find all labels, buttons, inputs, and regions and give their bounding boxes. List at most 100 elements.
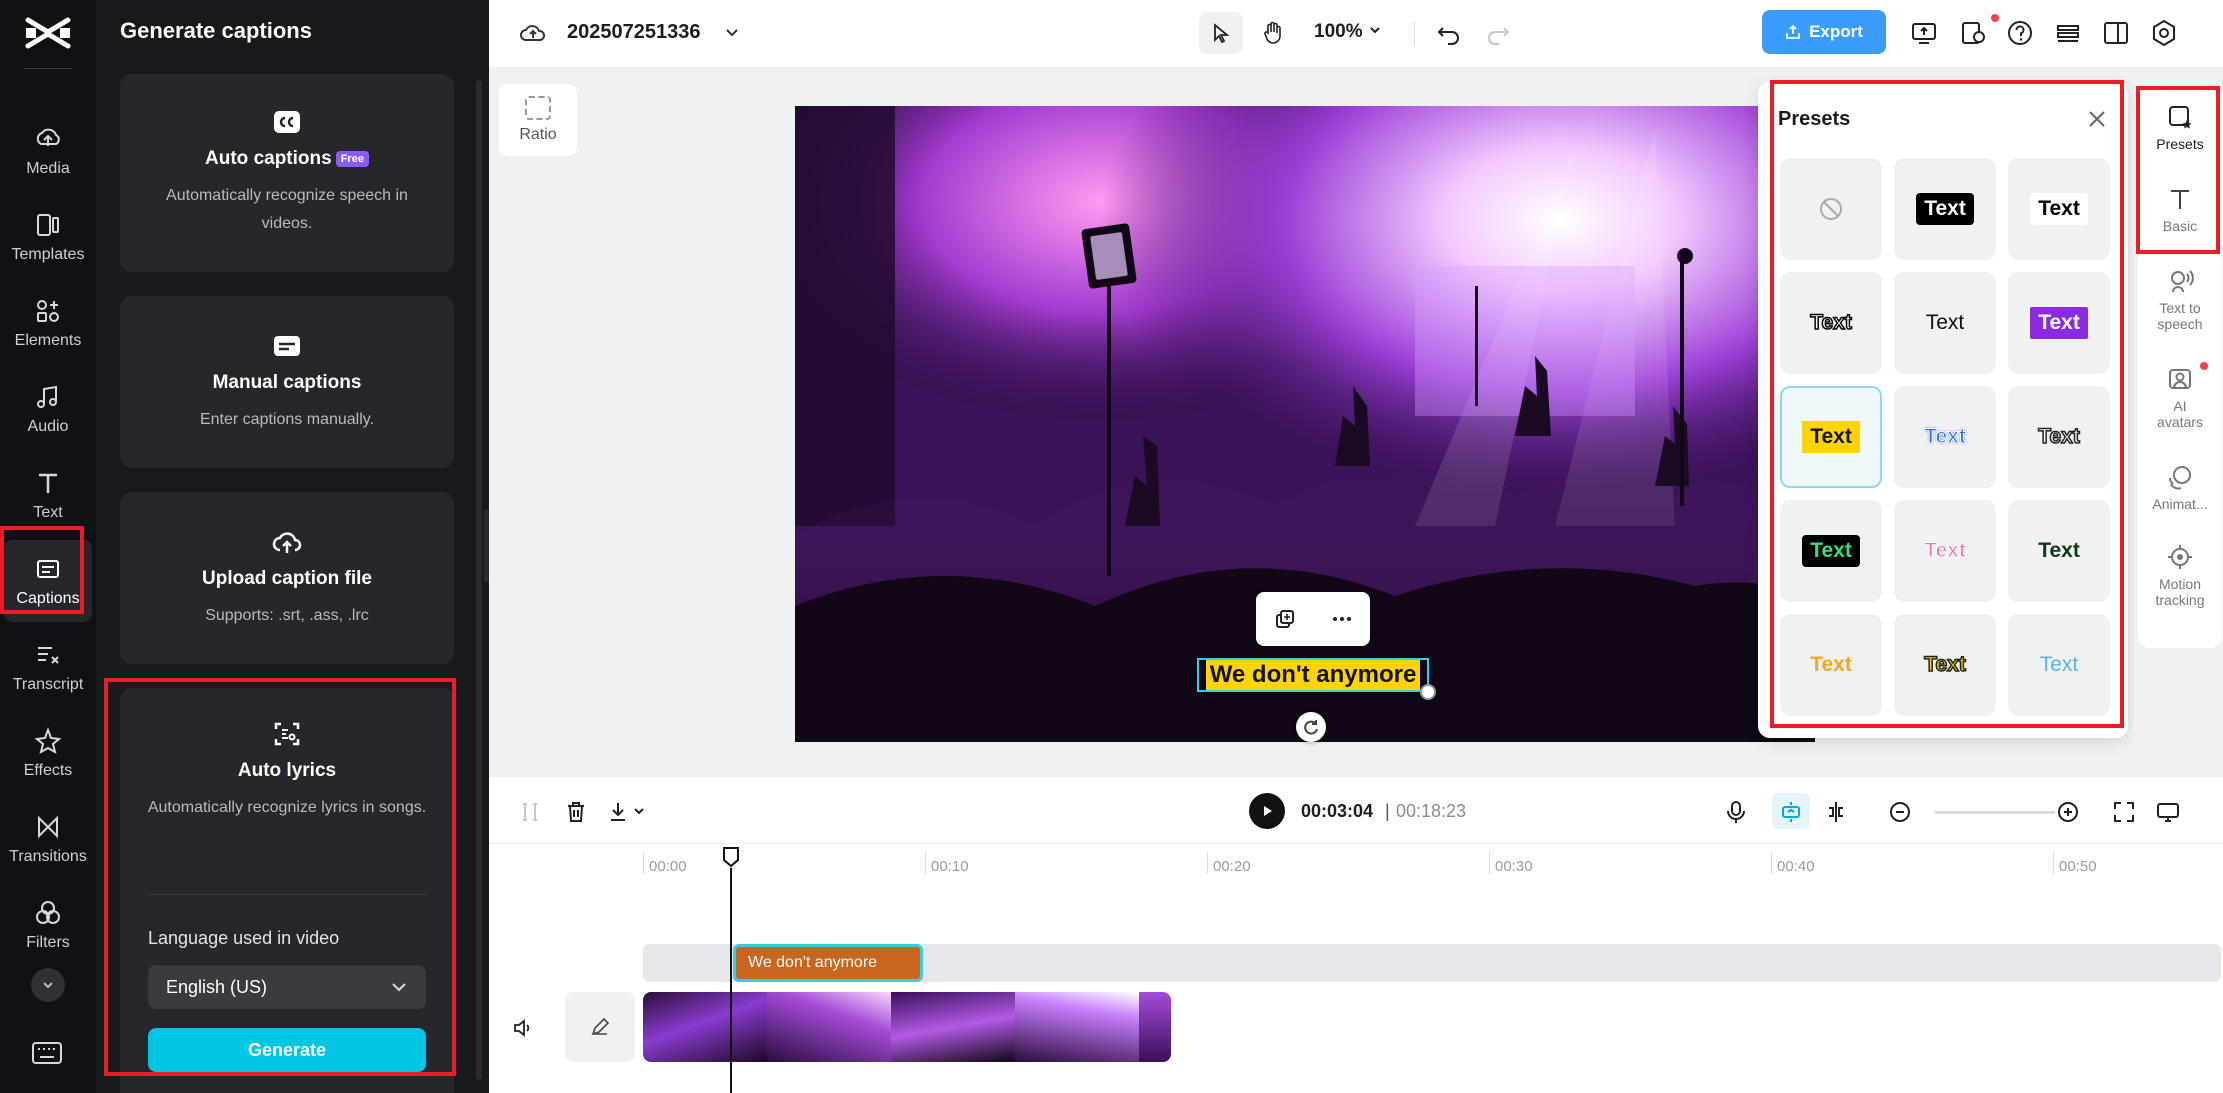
preset-none[interactable]: [1780, 158, 1882, 260]
nav-effects[interactable]: Effects: [4, 712, 92, 794]
playhead-line[interactable]: [730, 868, 732, 1093]
preset-dark-green[interactable]: Text: [2008, 500, 2110, 602]
media-icon: [36, 128, 60, 146]
panel-title: Generate captions: [120, 18, 312, 43]
manual-captions-icon: [274, 336, 300, 356]
preview-settings-icon[interactable]: [2155, 799, 2181, 825]
timeline-zoom-slider[interactable]: [1935, 811, 2055, 814]
settings-icon[interactable]: [2149, 18, 2179, 48]
auto-captions-card[interactable]: Auto captions Free Automatically recogniz…: [120, 74, 454, 272]
preset-outline-white[interactable]: Text: [1780, 272, 1882, 374]
zoom-level[interactable]: 100%: [1314, 21, 1382, 43]
volume-icon[interactable]: [511, 1016, 535, 1040]
preset-sample: Text: [2039, 653, 2079, 676]
close-icon[interactable]: [2086, 108, 2108, 130]
nav-text[interactable]: Text: [4, 454, 92, 536]
language-select[interactable]: English (US): [148, 965, 426, 1009]
rail-basic[interactable]: Basic: [2138, 184, 2222, 234]
presets-title: Presets: [1778, 108, 1851, 130]
caption-text[interactable]: We don't anymore: [1205, 660, 1421, 690]
rail-presets[interactable]: Presets: [2138, 102, 2222, 152]
caption-selection-box[interactable]: We don't anymore: [1197, 658, 1429, 692]
preset-white-box[interactable]: Text: [2008, 158, 2110, 260]
layers-icon[interactable]: [2053, 18, 2083, 48]
rail-ai-avatars[interactable]: AI avatars: [2138, 364, 2222, 430]
concert-scene-image: [795, 106, 1815, 742]
delete-icon[interactable]: [563, 799, 589, 825]
project-title[interactable]: 202507251336: [567, 21, 700, 44]
rail-motion-tracking[interactable]: Motion tracking: [2138, 542, 2222, 608]
manual-captions-card[interactable]: Manual captions Enter captions manually.: [120, 296, 454, 468]
cloud-sync-icon[interactable]: [519, 20, 547, 46]
redo-icon[interactable]: [1483, 18, 1513, 48]
nav-audio[interactable]: Audio: [4, 368, 92, 450]
video-preview[interactable]: [795, 106, 1815, 742]
rail-text-to-speech[interactable]: Text to speech: [2138, 266, 2222, 332]
nav-transitions-label: Transitions: [9, 848, 87, 865]
auto-captions-title: Auto captions: [205, 148, 332, 169]
microphone-icon[interactable]: [1723, 799, 1749, 825]
text-icon: [39, 473, 57, 493]
ruler-label: 00:50: [2059, 858, 2097, 875]
preset-light-blue[interactable]: Text: [2008, 614, 2110, 716]
rail-animation[interactable]: Animat...: [2138, 462, 2222, 512]
layout-panel-icon[interactable]: [2101, 18, 2131, 48]
nav-media[interactable]: Media: [4, 110, 92, 192]
preset-yellow-outline-dark[interactable]: Text: [1894, 614, 1996, 716]
auto-captions-desc: Automatically recognize speech in videos…: [166, 187, 408, 232]
preset-plain-black[interactable]: Text: [1894, 272, 1996, 374]
keyboard-icon[interactable]: [29, 1038, 65, 1068]
preset-orange[interactable]: Text: [1780, 614, 1882, 716]
text-clip[interactable]: We don't anymore: [733, 944, 923, 982]
preset-pink-outline[interactable]: Text: [1894, 500, 1996, 602]
preset-purple-box[interactable]: Text: [2008, 272, 2110, 374]
ratio-label: Ratio: [519, 126, 557, 143]
share-screen-icon[interactable]: [1909, 18, 1939, 48]
nav-transitions[interactable]: Transitions: [4, 798, 92, 880]
video-track-clip[interactable]: [643, 992, 1171, 1062]
more-icon[interactable]: [1330, 607, 1354, 631]
undo-icon[interactable]: [1434, 18, 1464, 48]
select-tool-button[interactable]: [1199, 12, 1243, 54]
chevron-down-icon[interactable]: [723, 24, 741, 42]
fullscreen-icon[interactable]: [2111, 799, 2137, 825]
ruler-tick: [643, 852, 644, 874]
rail-text-to-speech-label: Text to speech: [2157, 300, 2203, 332]
nav-audio-label: Audio: [27, 418, 69, 435]
nav-captions[interactable]: Captions: [4, 540, 92, 622]
nav-templates[interactable]: Templates: [4, 196, 92, 278]
caption-rotate-handle[interactable]: [1296, 712, 1326, 742]
preset-white-outline-dark[interactable]: Text: [2008, 386, 2110, 488]
hand-tool-button[interactable]: [1251, 12, 1295, 54]
zoom-in-icon[interactable]: [2055, 799, 2081, 825]
preset-black-box[interactable]: Text: [1894, 158, 1996, 260]
current-time: 00:03:04: [1301, 801, 1374, 821]
nav-elements[interactable]: Elements: [4, 282, 92, 364]
split-tool-icon[interactable]: [1823, 799, 1849, 825]
download-icon[interactable]: [607, 799, 651, 825]
playhead-handle[interactable]: [722, 846, 740, 868]
help-icon[interactable]: [2005, 18, 2035, 48]
preset-green-box[interactable]: Text: [1780, 500, 1882, 602]
edit-cover-button[interactable]: [565, 992, 635, 1062]
zoom-out-icon[interactable]: [1887, 799, 1913, 825]
split-disabled-icon[interactable]: [517, 799, 543, 825]
nav-filters[interactable]: Filters: [4, 884, 92, 966]
upload-caption-card[interactable]: Upload caption file Supports: .srt, .ass…: [120, 492, 454, 664]
duplicate-icon[interactable]: [1273, 607, 1297, 631]
caption-resize-handle[interactable]: [1420, 684, 1436, 700]
generate-button[interactable]: Generate: [148, 1028, 426, 1072]
video-thumbnail: [1015, 992, 1139, 1062]
preset-blue-outline[interactable]: Text: [1894, 386, 1996, 488]
device-icon[interactable]: [1958, 18, 1988, 48]
export-button[interactable]: Export: [1762, 10, 1886, 54]
play-button[interactable]: [1249, 793, 1285, 829]
preset-yellow-box[interactable]: Text: [1780, 386, 1882, 488]
capcut-logo-icon[interactable]: [22, 14, 74, 52]
panel-scrollbar[interactable]: [476, 80, 482, 1080]
left-nav: Media Templates Elements Audio Text Capt…: [0, 0, 96, 1093]
nav-transcript[interactable]: Transcript: [4, 626, 92, 708]
ratio-button[interactable]: Ratio: [499, 84, 577, 156]
nav-more-button[interactable]: [31, 968, 65, 1002]
upload-caption-desc: Supports: .srt, .ass, .lrc: [205, 607, 369, 624]
